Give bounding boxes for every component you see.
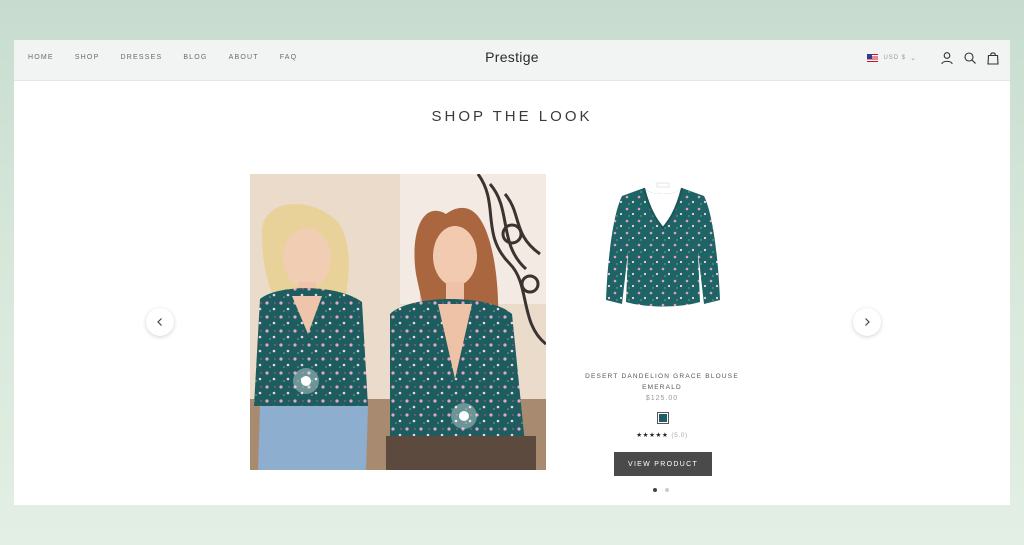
chevron-down-icon: ⌄	[910, 55, 917, 62]
carousel-prev-button[interactable]	[146, 308, 174, 336]
blouse-illustration	[606, 182, 720, 307]
chevron-right-icon	[865, 318, 870, 326]
carousel-next-button[interactable]	[853, 308, 881, 336]
look-photo-illustration	[250, 174, 546, 470]
hotspot-right[interactable]	[451, 403, 477, 429]
search-icon[interactable]	[963, 51, 977, 65]
site-header: HOME SHOP DRESSES BLOG ABOUT FAQ Prestig…	[14, 40, 1010, 81]
product-price: $125.00	[645, 395, 679, 402]
rating-count: (5.0)	[671, 432, 688, 439]
carousel-dot-1[interactable]	[653, 488, 657, 492]
product-image[interactable]	[600, 182, 726, 314]
carousel-dot-2[interactable]	[665, 488, 669, 492]
rating-stars-icon: ★★★★★	[636, 432, 669, 439]
color-swatch[interactable]	[657, 412, 669, 424]
brand-logo-wrap: Prestige	[14, 49, 1010, 65]
account-icon[interactable]	[940, 51, 954, 65]
product-name-line2: EMERALD	[642, 384, 682, 391]
product-title[interactable]: DESERT DANDELION GRACE BLOUSE EMERALD	[562, 371, 762, 393]
header-tools: USD $ ⌄	[867, 51, 1000, 65]
swatch-fill	[659, 414, 667, 422]
currency-selector[interactable]: USD $ ⌄	[867, 54, 917, 62]
cart-icon[interactable]	[986, 51, 1000, 65]
section-title: SHOP THE LOOK	[431, 108, 593, 125]
carousel-dots	[653, 488, 669, 492]
view-product-button[interactable]: VIEW PRODUCT	[614, 452, 712, 476]
currency-label: USD $	[883, 55, 907, 61]
us-flag-icon	[867, 54, 879, 62]
hotspot-left[interactable]	[293, 368, 319, 394]
product-rating: ★★★★★ (5.0)	[562, 431, 762, 439]
brand-logo[interactable]: Prestige	[485, 49, 539, 65]
look-photo	[250, 174, 546, 470]
chevron-left-icon	[157, 318, 162, 326]
page-frame: HOME SHOP DRESSES BLOG ABOUT FAQ Prestig…	[14, 40, 1010, 505]
product-name-line1: DESERT DANDELION GRACE BLOUSE	[585, 373, 739, 380]
